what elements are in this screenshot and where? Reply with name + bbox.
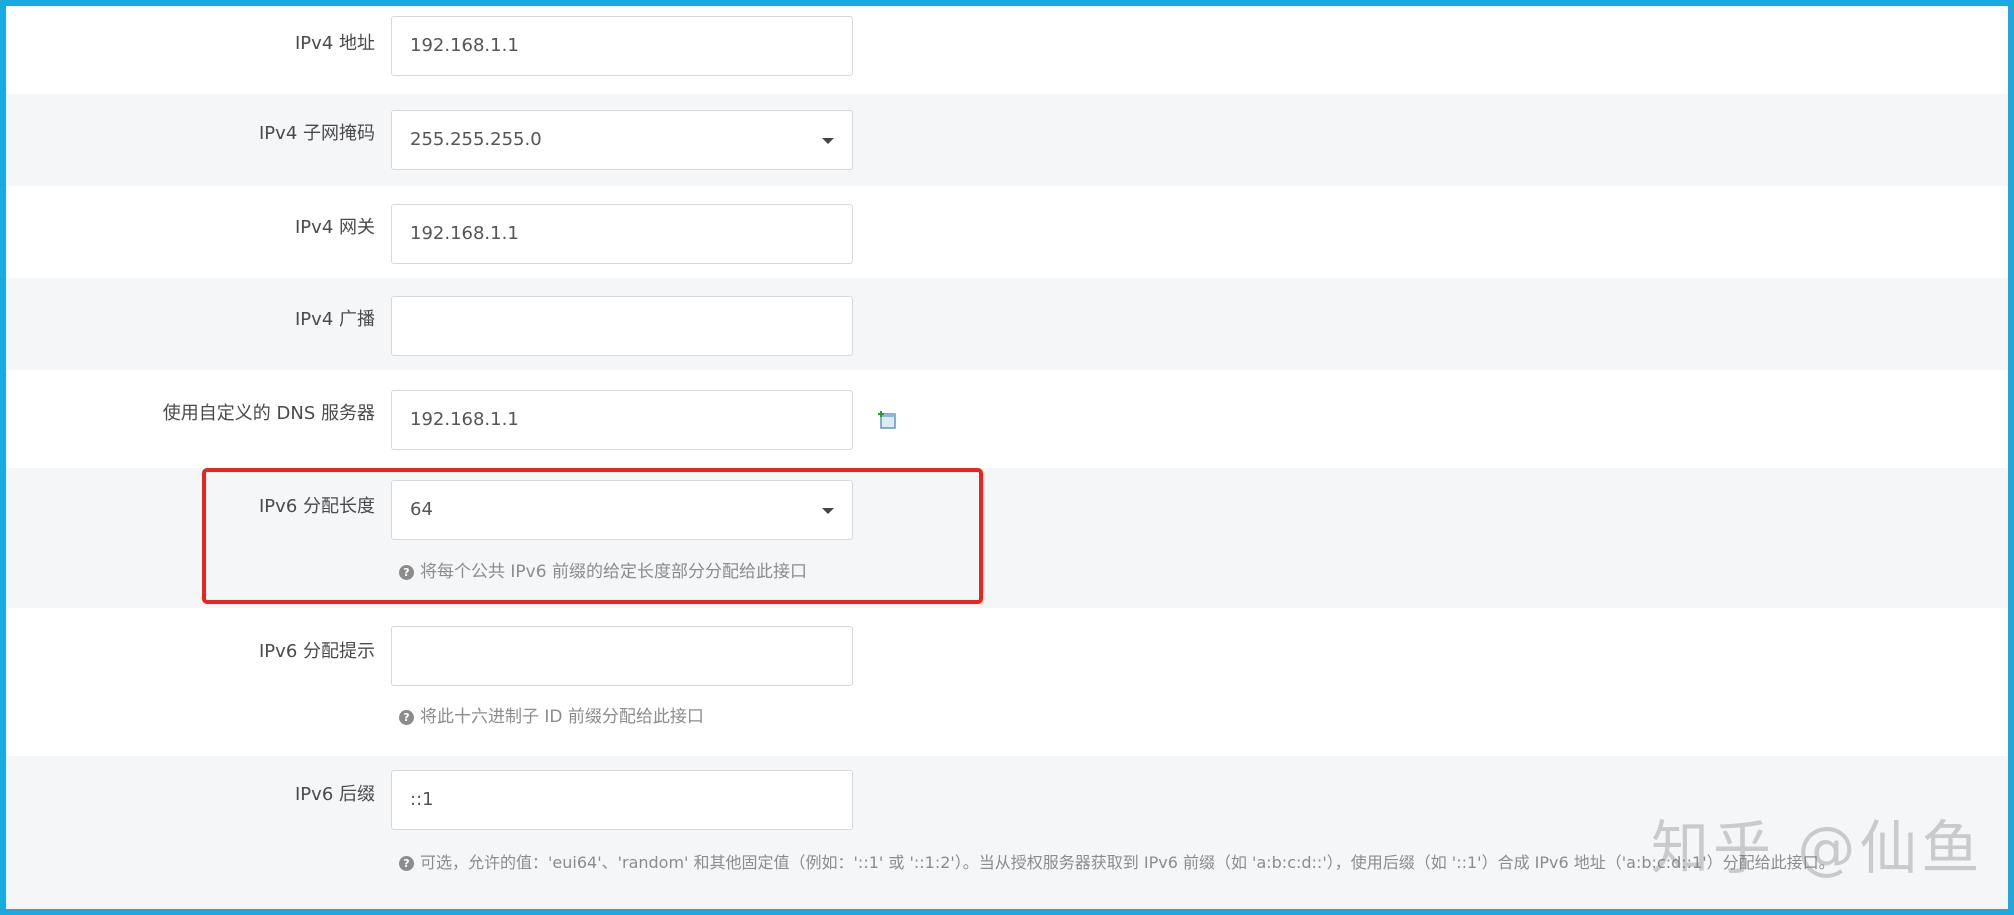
add-entry-icon[interactable]	[878, 410, 898, 430]
ipv4-address-input[interactable]: 192.168.1.1	[391, 16, 853, 76]
ipv6-assignment-hint-hint-text: 将此十六进制子 ID 前缀分配给此接口	[420, 707, 704, 727]
custom-dns-input[interactable]: 192.168.1.1	[391, 390, 853, 450]
form-row-ipv4-netmask: IPv4 子网掩码 255.255.255.0	[6, 94, 2008, 186]
form-row-custom-dns: 使用自定义的 DNS 服务器 192.168.1.1	[6, 370, 2008, 468]
ipv6-assignment-hint-hint: ? 将此十六进制子 ID 前缀分配给此接口	[399, 706, 704, 728]
highlight-box	[202, 468, 983, 604]
ipv4-netmask-value: 255.255.255.0	[410, 129, 542, 150]
form-row-ipv6-assignment-hint: IPv6 分配提示 ? 将此十六进制子 ID 前缀分配给此接口	[6, 608, 2008, 756]
ipv6-assignment-hint-input[interactable]	[391, 626, 853, 686]
ipv6-suffix-hint: ? 可选，允许的值：'eui64'、'random' 和其他固定值（例如：'::1…	[399, 852, 1835, 874]
custom-dns-label: 使用自定义的 DNS 服务器	[162, 403, 375, 424]
form-row-ipv4-gateway: IPv4 网关 192.168.1.1	[6, 186, 2008, 278]
help-circle-icon: ?	[399, 710, 414, 725]
form-row-ipv4-broadcast: IPv4 广播	[6, 278, 2008, 370]
ipv6-suffix-hint-text: 可选，允许的值：'eui64'、'random' 和其他固定值（例如：'::1'…	[420, 853, 1835, 872]
screenshot-frame: IPv4 地址 192.168.1.1 IPv4 子网掩码 255.255.25…	[0, 0, 2014, 915]
form-row-ipv4-address: IPv4 地址 192.168.1.1	[6, 6, 2008, 94]
ipv4-broadcast-input[interactable]	[391, 296, 853, 356]
ipv4-address-label: IPv4 地址	[295, 33, 375, 54]
watermark: 知乎 @仙鱼	[1651, 814, 1984, 882]
ipv4-gateway-input[interactable]: 192.168.1.1	[391, 204, 853, 264]
ipv4-broadcast-label: IPv4 广播	[295, 309, 375, 330]
ipv4-gateway-label: IPv4 网关	[295, 217, 375, 238]
help-circle-icon: ?	[399, 856, 414, 871]
ipv4-netmask-select[interactable]: 255.255.255.0	[391, 110, 853, 170]
ipv6-suffix-input[interactable]: ::1	[391, 770, 853, 830]
ipv6-suffix-label: IPv6 后缀	[295, 784, 375, 805]
ipv4-netmask-label: IPv4 子网掩码	[259, 123, 375, 144]
ipv6-assignment-hint-label: IPv6 分配提示	[259, 641, 375, 662]
